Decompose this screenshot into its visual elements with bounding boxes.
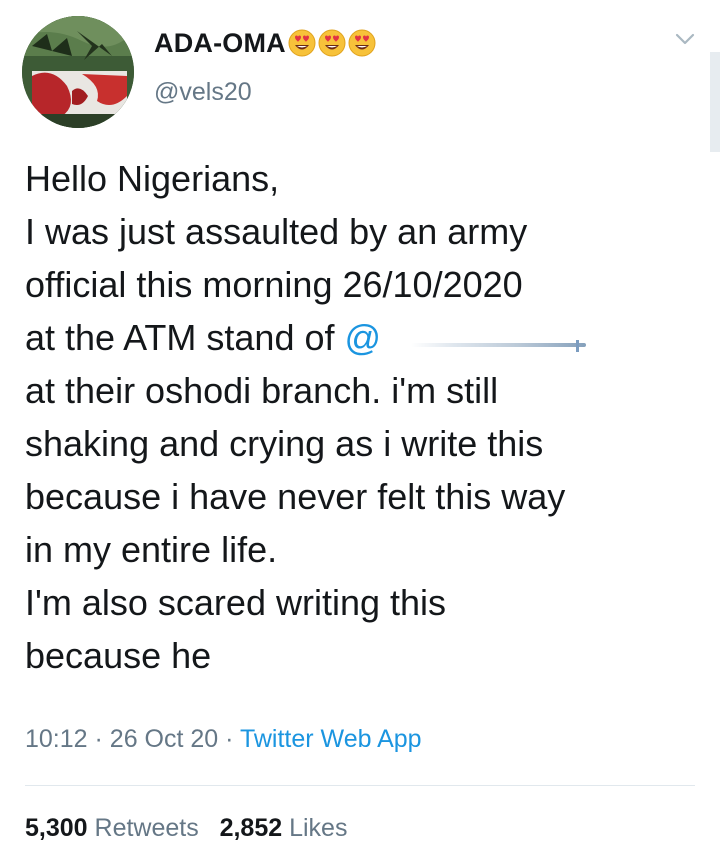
scroll-edge — [710, 52, 720, 152]
tweet-line: official this morning 26/10/2020 — [25, 264, 523, 305]
tweet-meta: 10:12 · 26 Oct 20 · Twitter Web App — [25, 725, 422, 754]
tweet-line: because i have never felt this way — [25, 476, 566, 517]
tweet-time[interactable]: 10:12 — [25, 725, 88, 753]
meta-separator: · — [94, 725, 103, 753]
heart-eyes-emoji-icon — [288, 29, 316, 57]
tweet-line: in my entire life. — [25, 529, 278, 570]
mention-link[interactable]: @ — [345, 317, 382, 358]
tweet-line: shaking and crying as i write this — [25, 423, 544, 464]
divider — [25, 785, 695, 786]
heart-eyes-emoji-icon — [348, 29, 376, 57]
meta-separator: · — [225, 725, 234, 753]
likes-label: Likes — [289, 814, 348, 842]
display-name[interactable]: ADA-OMA — [154, 26, 376, 60]
retweets-count: 5,300 — [25, 814, 88, 842]
avatar[interactable] — [22, 16, 134, 128]
tweet-date[interactable]: 26 Oct 20 — [110, 725, 218, 753]
tweet-line: because he — [25, 635, 212, 676]
tweet-text: Hello Nigerians, I was just assaulted by… — [25, 152, 705, 682]
display-name-text: ADA-OMA — [154, 27, 286, 58]
tweet-line: I was just assaulted by an army — [25, 211, 528, 252]
redacted-mention — [381, 323, 587, 357]
tweet-line: I'm also scared writing this — [25, 582, 447, 623]
retweets-label: Retweets — [94, 814, 199, 842]
heart-eyes-emoji-icon — [318, 29, 346, 57]
likes-count: 2,852 — [219, 814, 283, 842]
tweet-source-link[interactable]: Twitter Web App — [240, 725, 422, 753]
likes-stat[interactable]: 2,852 Likes — [220, 814, 348, 842]
tweet-card: ADA-OMA @vels20 Hello Nigerians, I was j… — [0, 0, 720, 865]
tweet-line-text: at the ATM stand of — [25, 317, 345, 358]
user-handle[interactable]: @vels20 — [154, 78, 252, 107]
tweet-line: Hello Nigerians, — [25, 158, 280, 199]
name-emoji-group — [288, 29, 376, 57]
tweet-stats: 5,300 Retweets 2,852 Likes — [25, 814, 347, 843]
retweets-stat[interactable]: 5,300 Retweets — [25, 814, 199, 842]
tweet-line: at their oshodi branch. i'm still — [25, 370, 499, 411]
tweet-line-with-mention: at the ATM stand of @ — [25, 311, 705, 364]
chevron-down-icon[interactable] — [672, 26, 698, 52]
